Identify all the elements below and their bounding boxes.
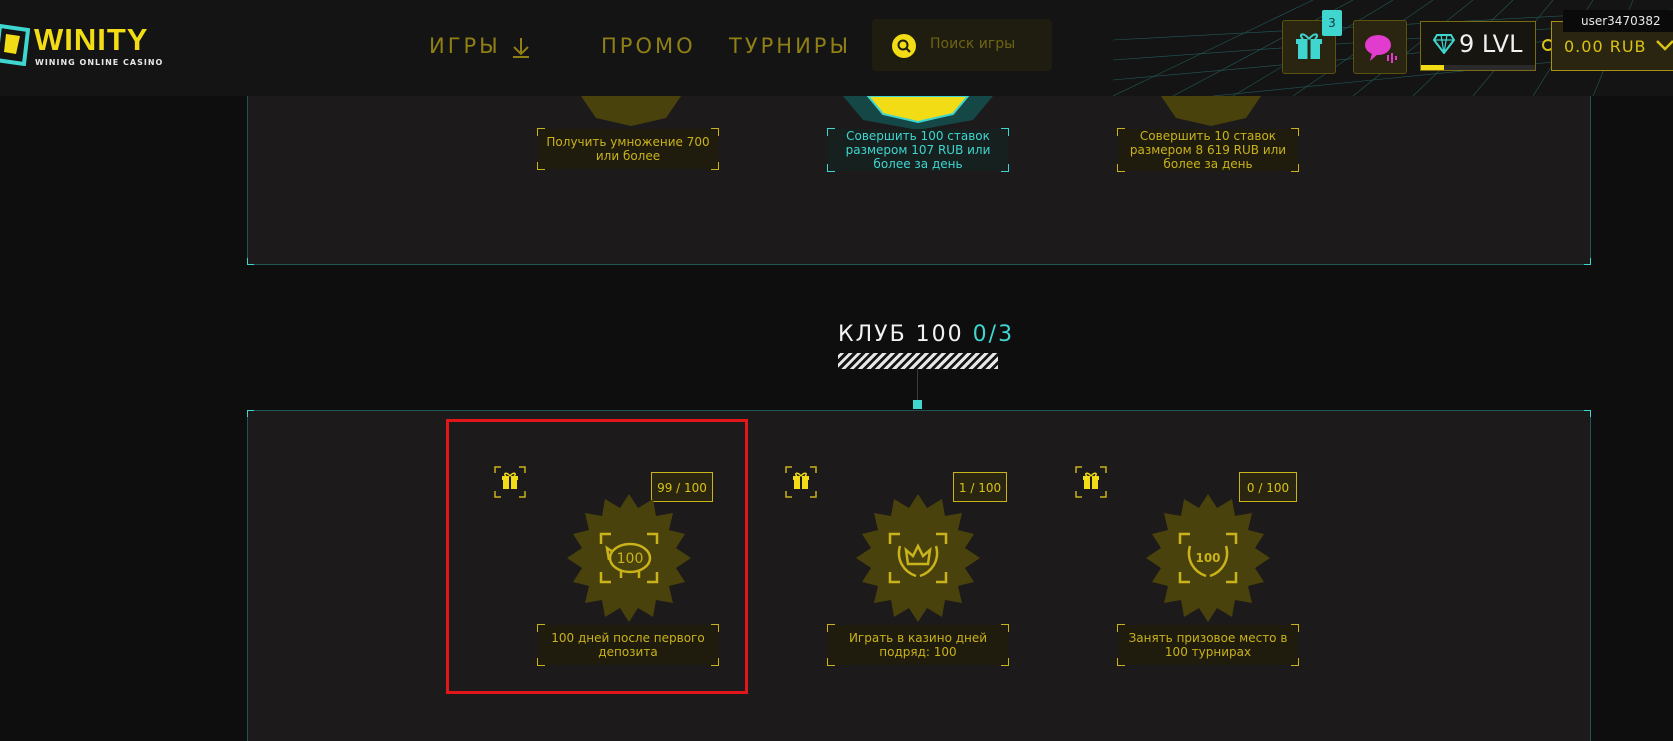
club-title: КЛУБ 100 <box>838 322 964 347</box>
task-description-text: Играть в казино дней подряд: 100 <box>848 631 988 659</box>
balance-value: 0.00 RUB <box>1564 37 1647 56</box>
chat-bubble-icon <box>1365 35 1397 63</box>
diamond-icon <box>1433 34 1455 54</box>
laurel-100-icon: 100 <box>1146 494 1270 622</box>
medal-partial-icon <box>1161 96 1261 126</box>
gift-icon[interactable] <box>785 466 817 498</box>
level-unit: LVL <box>1481 30 1523 58</box>
club-100-panel: 99 / 100 100 100 дней после первого депо… <box>247 410 1591 741</box>
game-search[interactable]: Поиск игры <box>872 19 1052 71</box>
nav-tournaments[interactable]: ТУРНИРЫ <box>729 34 851 58</box>
panel-corner <box>247 258 254 265</box>
logo-tagline: WINING ONLINE CASINO <box>35 58 164 67</box>
chat-button[interactable] <box>1353 20 1407 74</box>
panel-corner <box>1584 410 1591 417</box>
club-section-title: КЛУБ 100 0/3 <box>838 322 1014 347</box>
task-description: Совершить 10 ставок размером 8 619 RUB и… <box>1117 128 1299 172</box>
level-progress-bar <box>1421 65 1444 70</box>
panel-corner <box>1584 258 1591 265</box>
task-description: Занять призовое место в 100 турнирах <box>1117 624 1299 666</box>
level-label: 9 LVL <box>1459 30 1522 58</box>
crown-laurel-icon <box>856 494 980 622</box>
gift-icon[interactable] <box>1075 466 1107 498</box>
panel-corner <box>247 410 254 417</box>
svg-text:100: 100 <box>617 551 644 567</box>
nav-games[interactable]: ИГРЫ <box>429 34 501 58</box>
level-indicator[interactable]: 9 LVL <box>1420 21 1536 71</box>
task-description-text: 100 дней после первого депозита <box>551 631 705 659</box>
svg-text:100: 100 <box>1195 551 1220 565</box>
search-input[interactable]: Поиск игры <box>930 36 1015 52</box>
task-description: Совершить 100 ставок размером 107 RUB ил… <box>827 128 1009 172</box>
username-label[interactable]: user3470382 <box>1563 10 1673 32</box>
medal-partial-icon <box>581 96 681 126</box>
task-description-text: Совершить 100 ставок размером 107 RUB ил… <box>845 129 991 171</box>
piggy-bank-100-icon: 100 <box>567 494 691 622</box>
task-description: 100 дней после первого депозита <box>537 624 719 666</box>
logo-text: WINITY <box>34 22 149 57</box>
connector-dot <box>913 400 922 409</box>
search-icon <box>892 34 916 58</box>
title-hatch-decoration <box>838 353 998 369</box>
task-description-text: Совершить 10 ставок размером 8 619 RUB и… <box>1129 129 1287 171</box>
gift-icon[interactable] <box>494 466 526 498</box>
connector-line <box>917 369 918 403</box>
logo-mark-icon <box>0 24 30 66</box>
task-description-text: Получить умножение 700 или более <box>546 135 710 163</box>
task-description: Получить умножение 700 или более <box>537 128 719 170</box>
medal-active-partial-icon <box>843 96 993 130</box>
nav-promo[interactable]: ПРОМО <box>601 34 696 58</box>
task-description-text: Занять призовое место в 100 турнирах <box>1128 631 1288 659</box>
club-count: 0/3 <box>972 322 1015 347</box>
level-value: 9 <box>1459 30 1475 58</box>
top-header: WINITY WINING ONLINE CASINO ИГРЫ ПРОМО Т… <box>0 0 1673 96</box>
achievements-panel-top: Получить умножение 700 или более Соверши… <box>247 96 1591 265</box>
gifts-count-badge: 3 <box>1322 10 1342 36</box>
download-arrow-icon <box>513 38 529 58</box>
task-description: Играть в казино дней подряд: 100 <box>827 624 1009 666</box>
chevron-down-icon <box>1656 40 1673 51</box>
winity-logo[interactable]: WINITY WINING ONLINE CASINO <box>0 20 170 70</box>
